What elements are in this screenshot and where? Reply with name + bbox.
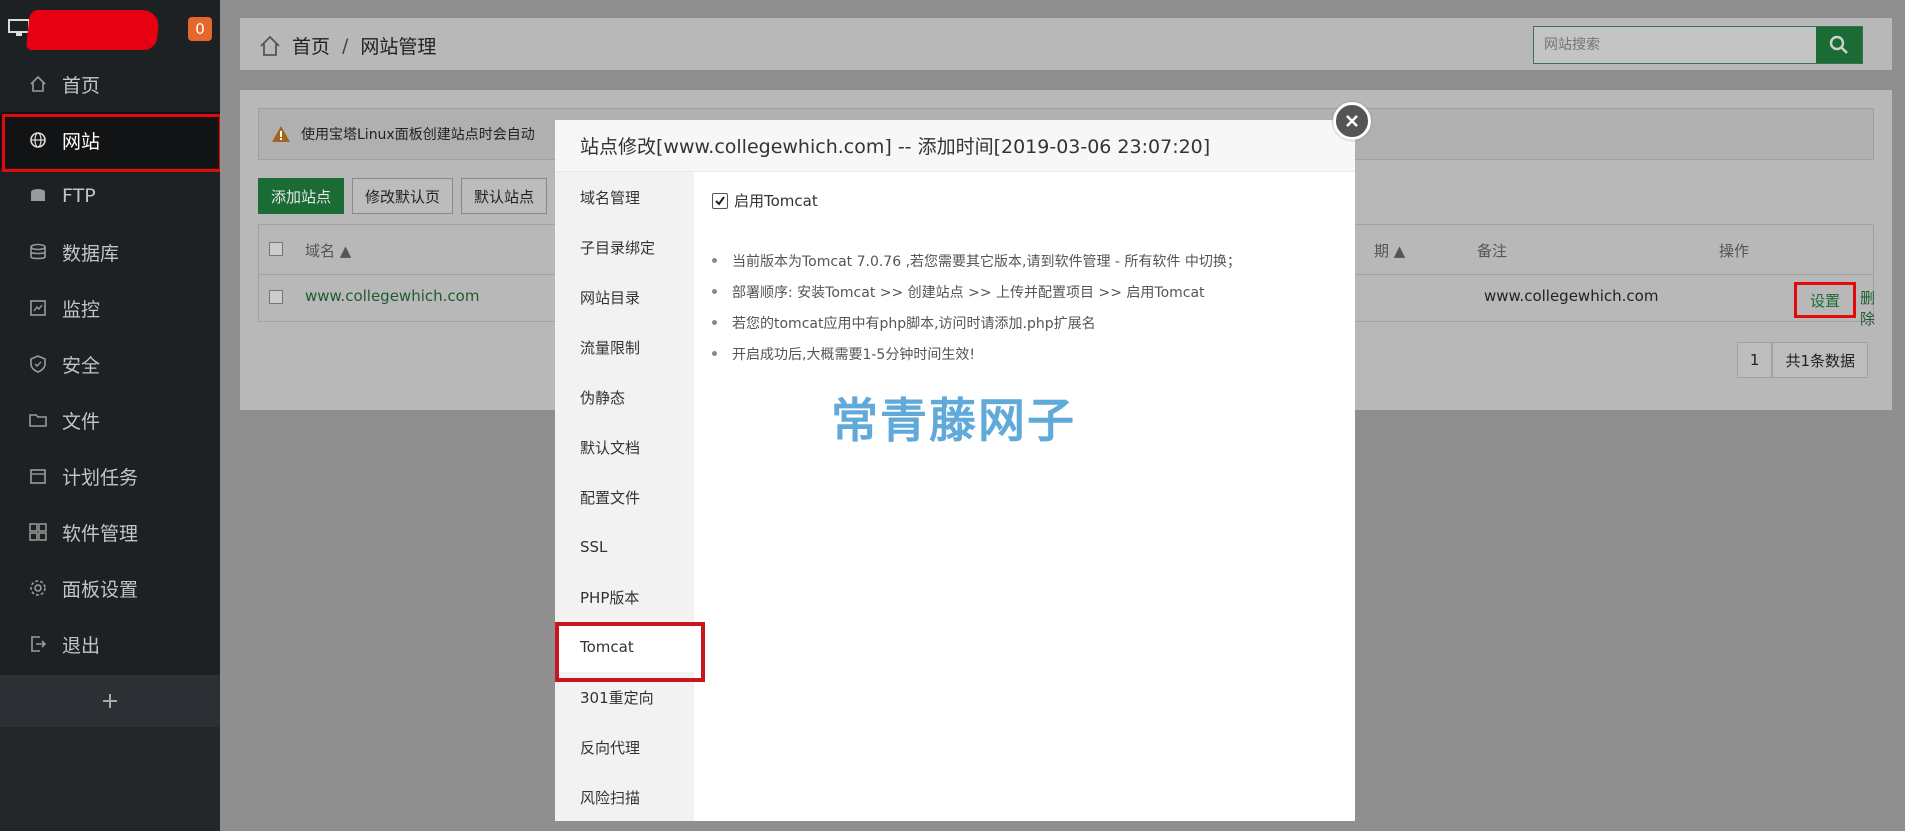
breadcrumb: 首页 / 网站管理 (258, 32, 436, 59)
sidebar-add-button[interactable] (0, 675, 220, 727)
search-box (1533, 26, 1863, 64)
sidebar-item-label: 安全 (62, 354, 101, 377)
column-domain[interactable]: 域名 ▲ (305, 240, 351, 261)
sidebar-item-label: 监控 (62, 298, 101, 321)
sidebar-item-label: FTP (62, 185, 96, 207)
close-icon (1346, 115, 1358, 127)
sidebar-item-label: 网站 (62, 130, 101, 153)
total-count: 共1条数据 (1772, 342, 1868, 378)
site-edit-modal: 站点修改[www.collegewhich.com] -- 添加时间[2019-… (555, 120, 1355, 821)
monitor-chart-icon (28, 298, 48, 318)
home-icon[interactable] (258, 34, 282, 58)
sidebar-item-label: 数据库 (62, 242, 120, 265)
sidebar-item-label: 文件 (62, 410, 101, 433)
modal-nav: 域名管理 子目录绑定 网站目录 流量限制 伪静态 默认文档 配置文件 SSL P… (555, 172, 705, 822)
default-site-button[interactable]: 默认站点 (461, 178, 548, 214)
tab-traffic-limit[interactable]: 流量限制 (555, 322, 694, 372)
sidebar-item-website[interactable]: 网站 (0, 112, 222, 172)
sidebar-item-label: 面板设置 (62, 578, 139, 601)
sidebar-item-files[interactable]: 文件 (0, 392, 220, 448)
tip-item: 当前版本为Tomcat 7.0.76 ,若您需要其它版本,请到软件管理 - 所有… (712, 245, 1241, 276)
sidebar-footer (0, 727, 220, 831)
enable-tomcat-label: 启用Tomcat (734, 192, 818, 210)
grid-icon (28, 522, 48, 542)
sidebar-item-cron[interactable]: 计划任务 (0, 448, 220, 504)
sidebar-item-panel-settings[interactable]: 面板设置 (0, 560, 220, 616)
sidebar-item-home[interactable]: 首页 (0, 56, 220, 112)
checkmark-icon (715, 195, 725, 206)
sidebar-item-label: 计划任务 (62, 466, 139, 489)
tip-item: 开启成功后,大概需要1-5分钟时间生效! (712, 338, 1241, 369)
pagination: 1 共1条数据 (1736, 342, 1868, 378)
tab-tomcat[interactable]: Tomcat (555, 622, 705, 682)
sidebar-item-security[interactable]: 安全 (0, 336, 220, 392)
globe-icon (28, 130, 48, 150)
page-number[interactable]: 1 (1736, 342, 1773, 378)
sidebar-item-label: 退出 (62, 634, 101, 657)
tab-config-file[interactable]: 配置文件 (555, 472, 694, 522)
sidebar-item-database[interactable]: 数据库 (0, 224, 220, 280)
settings-link[interactable]: 设置 (1794, 282, 1856, 318)
tab-subdir-binding[interactable]: 子目录绑定 (555, 222, 694, 272)
sidebar-item-label: 首页 (62, 74, 101, 97)
site-domain-link[interactable]: www.collegewhich.com (305, 287, 479, 305)
row-checkbox[interactable] (269, 290, 283, 304)
plus-icon (103, 694, 117, 708)
search-icon (1829, 35, 1848, 54)
sidebar-item-software[interactable]: 软件管理 (0, 504, 220, 560)
sidebar-item-label: 软件管理 (62, 522, 139, 545)
logout-icon (28, 634, 48, 654)
tab-domain[interactable]: 域名管理 (555, 172, 694, 222)
gear-icon (28, 578, 48, 598)
sidebar: 0 首页 网站 FTP 数据库 监控 安全 文件 计划任务 软件管理 面板设置 … (0, 0, 222, 831)
redacted-server-name (25, 10, 161, 50)
sidebar-header: 0 (0, 0, 220, 56)
search-input[interactable] (1534, 27, 1816, 63)
tab-rewrite[interactable]: 伪静态 (555, 372, 694, 422)
edit-default-page-button[interactable]: 修改默认页 (352, 178, 454, 214)
tab-php-version[interactable]: PHP版本 (555, 572, 694, 622)
calendar-icon (28, 466, 48, 486)
tab-default-document[interactable]: 默认文档 (555, 422, 694, 472)
alert-text: 使用宝塔Linux面板创建站点时会自动 (301, 127, 535, 143)
breadcrumb-home[interactable]: 首页 (292, 32, 330, 59)
tab-reverse-proxy[interactable]: 反向代理 (555, 722, 694, 772)
modal-title: 站点修改[www.collegewhich.com] -- 添加时间[2019-… (555, 120, 1355, 172)
notification-badge[interactable]: 0 (188, 17, 212, 41)
watermark: 常青藤网子 (831, 394, 1076, 449)
sidebar-item-ftp[interactable]: FTP (0, 168, 220, 224)
enable-tomcat-checkbox[interactable] (712, 192, 728, 209)
delete-link[interactable]: 删除 (1860, 287, 1875, 329)
database-icon (28, 242, 48, 262)
add-site-button[interactable]: 添加站点 (258, 178, 345, 214)
breadcrumb-current: 网站管理 (360, 36, 437, 58)
sidebar-item-monitor[interactable]: 监控 (0, 280, 220, 336)
tips-list: 当前版本为Tomcat 7.0.76 ,若您需要其它版本,请到软件管理 - 所有… (712, 245, 1241, 369)
sidebar-menu: 首页 网站 FTP 数据库 监控 安全 文件 计划任务 软件管理 面板设置 退出 (0, 56, 222, 672)
toolbar: 添加站点 修改默认页 默认站点 (258, 178, 548, 214)
breadcrumb-separator: / (342, 34, 349, 57)
modal-close-button[interactable] (1333, 102, 1371, 140)
folder-icon (28, 410, 48, 430)
home-icon (28, 74, 48, 94)
select-all-checkbox[interactable] (269, 242, 283, 256)
tab-site-directory[interactable]: 网站目录 (555, 272, 694, 322)
tip-item: 若您的tomcat应用中有php脚本,访问时请添加.php扩展名 (712, 307, 1241, 338)
tab-risk-scan[interactable]: 风险扫描 (555, 772, 694, 822)
tip-item: 部署顺序: 安装Tomcat >> 创建站点 >> 上传并配置项目 >> 启用T… (712, 276, 1241, 307)
search-button[interactable] (1816, 27, 1862, 63)
sidebar-item-logout[interactable]: 退出 (0, 616, 220, 672)
enable-tomcat-toggle[interactable]: 启用Tomcat (712, 190, 818, 211)
column-action: 操作 (1719, 242, 1750, 260)
warning-icon (272, 126, 290, 142)
site-remark[interactable]: www.collegewhich.com (1484, 287, 1658, 305)
tomcat-panel: 启用Tomcat 当前版本为Tomcat 7.0.76 ,若您需要其它版本,请到… (694, 172, 1355, 821)
top-bar: 首页 / 网站管理 (240, 18, 1892, 70)
column-remark: 备注 (1477, 242, 1508, 260)
shield-icon (28, 354, 48, 374)
tab-ssl[interactable]: SSL (555, 522, 694, 572)
column-expire[interactable]: 期 ▲ (1374, 240, 1405, 261)
ftp-icon (28, 186, 48, 206)
